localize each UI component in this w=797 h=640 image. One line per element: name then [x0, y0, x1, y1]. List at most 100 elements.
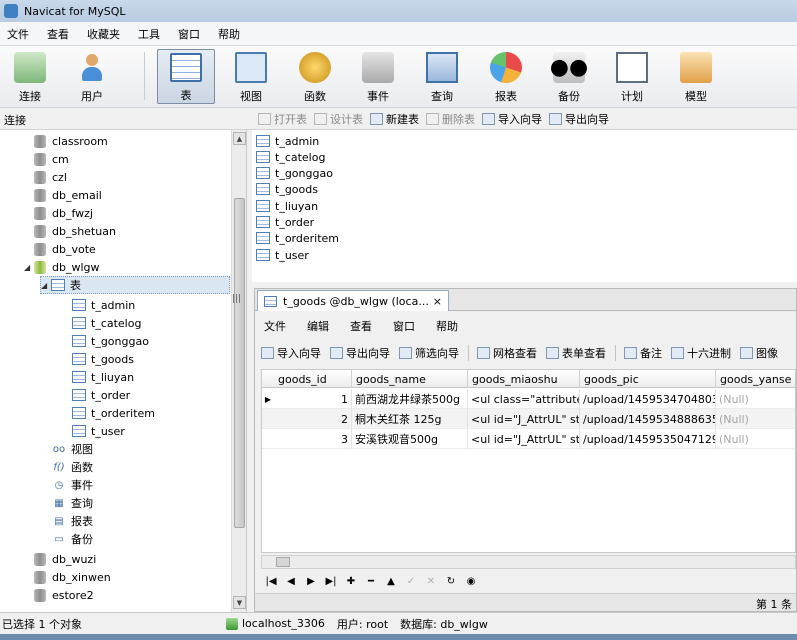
- menu-tools[interactable]: 工具: [131, 26, 171, 42]
- table-row[interactable]: 2 桐木关红茶 125g <ul id="J_AttrUL" sty /uplo…: [262, 409, 795, 429]
- tree-group-events[interactable]: ◷ 事件: [52, 476, 93, 494]
- tree-group-views[interactable]: oo 视图: [52, 440, 93, 458]
- tree-db-xinwen[interactable]: db_xinwen: [24, 568, 111, 586]
- design-table-button[interactable]: 设计表: [314, 111, 363, 127]
- schedule-button[interactable]: 计划: [603, 49, 661, 104]
- cell-goods-name[interactable]: 安溪铁观音500g: [352, 429, 468, 449]
- tree-db-czl[interactable]: czl: [24, 168, 67, 186]
- open-table-button[interactable]: 打开表: [258, 111, 307, 127]
- tree-table-t-catelog[interactable]: t_catelog: [72, 314, 141, 332]
- previous-record-icon[interactable]: ◀: [281, 576, 301, 587]
- column-header-goods-id[interactable]: goods_id: [274, 370, 352, 388]
- tree-table-t-user[interactable]: t_user: [72, 422, 125, 440]
- cell-goods-name[interactable]: 桐木关红茶 125g: [352, 409, 468, 429]
- new-table-button[interactable]: 新建表: [370, 111, 419, 127]
- tw-filter-button[interactable]: 筛选向导: [399, 345, 459, 361]
- menu-view[interactable]: 查看: [40, 26, 80, 42]
- import-wizard-button[interactable]: 导入向导: [482, 111, 542, 127]
- tw-menu-file[interactable]: 文件: [255, 318, 298, 334]
- object-t-goods[interactable]: t_goods: [256, 181, 318, 197]
- cell-goods-yanse[interactable]: (Null): [716, 409, 795, 429]
- cell-goods-yanse[interactable]: (Null): [716, 429, 795, 449]
- column-header-goods-name[interactable]: goods_name: [352, 370, 468, 388]
- stop-icon[interactable]: ◉: [461, 576, 481, 587]
- tree-vertical-scrollbar[interactable]: ▲ ▼: [231, 130, 246, 612]
- tree-group-reports[interactable]: ▤ 报表: [52, 512, 93, 530]
- user-button[interactable]: 用户: [63, 49, 121, 104]
- menu-window[interactable]: 窗口: [171, 26, 211, 42]
- tw-import-button[interactable]: 导入向导: [261, 345, 321, 361]
- menu-file[interactable]: 文件: [0, 26, 40, 42]
- object-t-gonggao[interactable]: t_gonggao: [256, 165, 333, 181]
- cell-goods-id[interactable]: 2: [274, 409, 352, 429]
- tab-t-goods[interactable]: t_goods @db_wlgw (loca... ×: [257, 290, 449, 311]
- report-button[interactable]: 报表: [477, 49, 535, 104]
- apply-changes-icon[interactable]: ✓: [401, 576, 421, 587]
- menu-help[interactable]: 帮助: [211, 26, 251, 42]
- tree-group-tables[interactable]: ◢ 表: [40, 276, 230, 294]
- tree-table-t-order[interactable]: t_order: [72, 386, 130, 404]
- table-row[interactable]: 3 安溪铁观音500g <ul id="J_AttrUL" sty /uploa…: [262, 429, 795, 449]
- grid-horizontal-scrollbar[interactable]: [261, 555, 796, 569]
- export-wizard-button[interactable]: 导出向导: [549, 111, 609, 127]
- delete-table-button[interactable]: 删除表: [426, 111, 475, 127]
- object-t-admin[interactable]: t_admin: [256, 133, 319, 149]
- tree-group-queries[interactable]: ▦ 查询: [52, 494, 93, 512]
- column-header-goods-pic[interactable]: goods_pic: [580, 370, 716, 388]
- panel-splitter-grip-icon[interactable]: |||: [232, 294, 246, 304]
- cell-goods-miaoshu[interactable]: <ul id="J_AttrUL" sty: [468, 409, 580, 429]
- tree-db-cm[interactable]: cm: [24, 150, 69, 168]
- tree-db-estore2[interactable]: estore2: [24, 586, 94, 604]
- collapse-arrow-icon[interactable]: ◢: [24, 263, 34, 272]
- tw-menu-help[interactable]: 帮助: [427, 318, 470, 334]
- tw-menu-edit[interactable]: 编辑: [298, 318, 341, 334]
- tw-export-button[interactable]: 导出向导: [330, 345, 390, 361]
- cell-goods-yanse[interactable]: (Null): [716, 389, 795, 409]
- view-button[interactable]: 视图: [222, 49, 280, 104]
- tree-group-backups[interactable]: ▭ 备份: [52, 530, 93, 548]
- object-t-order[interactable]: t_order: [256, 214, 314, 230]
- cell-goods-pic[interactable]: /upload/1459535047129.: [580, 429, 716, 449]
- add-record-icon[interactable]: ✚: [341, 576, 361, 587]
- cell-goods-id[interactable]: 3: [274, 429, 352, 449]
- form-view-button[interactable]: 表单查看: [546, 345, 606, 361]
- scroll-down-arrow-icon[interactable]: ▼: [233, 596, 246, 609]
- query-button[interactable]: 查询: [413, 49, 471, 104]
- collapse-arrow-icon[interactable]: ◢: [41, 281, 51, 290]
- edit-record-icon[interactable]: ▲: [381, 576, 401, 587]
- column-header-goods-miaoshu[interactable]: goods_miaoshu: [468, 370, 580, 388]
- function-button[interactable]: 函数: [286, 49, 344, 104]
- tw-menu-window[interactable]: 窗口: [384, 318, 427, 334]
- next-record-icon[interactable]: ▶: [301, 576, 321, 587]
- column-header-goods-yanse[interactable]: goods_yanse: [716, 370, 795, 388]
- memo-button[interactable]: 备注: [624, 345, 662, 361]
- table-button[interactable]: 表: [157, 49, 215, 104]
- last-record-icon[interactable]: ▶|: [321, 576, 341, 587]
- cell-goods-pic[interactable]: /upload/1459534888635.: [580, 409, 716, 429]
- first-record-icon[interactable]: |◀: [261, 576, 281, 587]
- event-button[interactable]: 事件: [349, 49, 407, 104]
- table-row[interactable]: ▶ 1 前西湖龙井绿茶500g <ul class="attributes /u…: [262, 389, 795, 409]
- image-button[interactable]: 图像: [740, 345, 778, 361]
- object-t-liuyan[interactable]: t_liuyan: [256, 198, 318, 214]
- tree-table-t-gonggao[interactable]: t_gonggao: [72, 332, 149, 350]
- cell-goods-id[interactable]: 1: [274, 389, 352, 409]
- tree-db-shetuan[interactable]: db_shetuan: [24, 222, 116, 240]
- tree-db-email[interactable]: db_email: [24, 186, 102, 204]
- refresh-icon[interactable]: ↻: [441, 576, 461, 587]
- model-button[interactable]: 模型: [667, 49, 725, 104]
- hex-button[interactable]: 十六进制: [671, 345, 731, 361]
- object-t-user[interactable]: t_user: [256, 247, 309, 263]
- scrollbar-thumb[interactable]: [234, 198, 245, 528]
- scrollbar-thumb[interactable]: [276, 557, 290, 567]
- cell-goods-miaoshu[interactable]: <ul class="attributes: [468, 389, 580, 409]
- menu-favorites[interactable]: 收藏夹: [80, 26, 131, 42]
- tree-db-wlgw[interactable]: ◢ db_wlgw: [24, 258, 100, 276]
- scroll-up-arrow-icon[interactable]: ▲: [233, 132, 246, 145]
- tree-table-t-goods[interactable]: t_goods: [72, 350, 134, 368]
- cell-goods-miaoshu[interactable]: <ul id="J_AttrUL" sty: [468, 429, 580, 449]
- object-t-orderitem[interactable]: t_orderitem: [256, 230, 339, 246]
- tree-table-t-admin[interactable]: t_admin: [72, 296, 135, 314]
- connect-button[interactable]: 连接: [1, 49, 59, 104]
- tree-table-t-orderitem[interactable]: t_orderitem: [72, 404, 155, 422]
